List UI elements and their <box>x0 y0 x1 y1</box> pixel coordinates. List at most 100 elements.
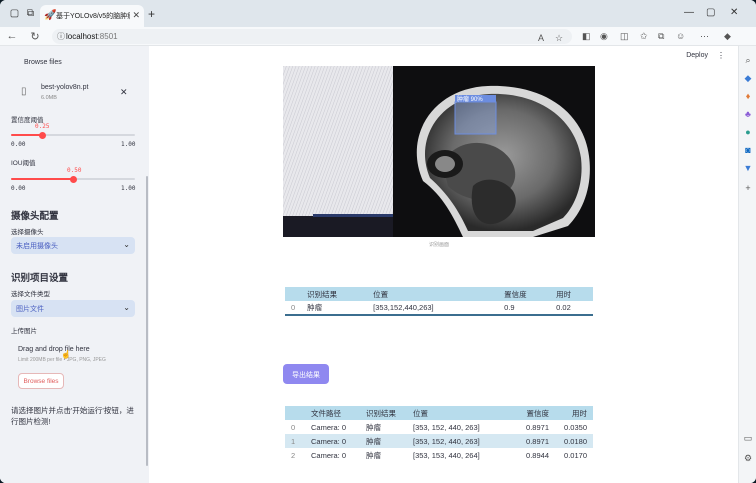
result-position: [353,152,440,263] <box>373 303 434 312</box>
column-header: 识别结果 <box>360 406 407 420</box>
cursor-icon: ☝ <box>61 350 71 359</box>
browse-files-button[interactable]: Browse files <box>18 373 64 389</box>
shopping-icon[interactable]: ◆ <box>742 72 754 84</box>
detection-box-label: 肿瘤 90% <box>457 95 483 103</box>
reload-icon[interactable]: ↻ <box>29 30 41 43</box>
confidence-slider[interactable] <box>11 131 135 139</box>
browser-sidebar: ⌕ ◆ ♦ ♣ ● ◙ ▼ + ▭ ⚙ <box>738 46 756 483</box>
row-index: 1 <box>285 434 305 448</box>
url-field[interactable]: ⓘ localhost:8501 A ☆ <box>52 29 572 44</box>
site-info-icon[interactable]: ⓘ <box>57 31 65 42</box>
filetype-label: 选择文件类型 <box>11 291 50 298</box>
browse-files-label: Browse files <box>23 378 59 385</box>
streamlit-app: Browse files ▯ best-yolov8n.pt 6.0MB ✕ 置… <box>0 46 738 483</box>
tab-actions-icon[interactable]: ⧉ <box>25 8 36 19</box>
confidence-slider-thumb[interactable] <box>38 131 46 139</box>
log-time: 0.0350 <box>564 422 587 432</box>
collections-icon[interactable]: ⧉ <box>658 31 664 42</box>
column-header: 识别结果 <box>301 287 368 301</box>
search-icon[interactable]: ⌕ <box>742 54 754 66</box>
main-menu-icon[interactable]: ⋮ <box>717 51 725 60</box>
file-icon: ▯ <box>21 86 27 97</box>
column-header <box>285 287 302 301</box>
instruction-text: 请选择图片并点击'开始运行'按钮，进行图片检测! <box>11 406 134 426</box>
maximize-icon[interactable]: ▢ <box>706 7 715 18</box>
confidence-min: 0.00 <box>11 141 26 148</box>
log-path: Camera: 0 <box>311 450 347 460</box>
address-bar: ← ↻ ⓘ localhost:8501 A ☆ ◧ ◉ ◫ ✩ ⧉ ☺ ⋯ ◆ <box>0 27 756 46</box>
dropzone-title[interactable]: Drag and drop file here <box>18 346 90 353</box>
log-class: 肿瘤 <box>366 422 381 432</box>
log-position: [353, 152, 440, 263] <box>413 422 480 432</box>
column-header: 文件路径 <box>305 406 360 420</box>
browser-copilot-icon[interactable]: ◆ <box>724 31 731 42</box>
games-icon[interactable]: ♣ <box>742 108 754 120</box>
column-header: 置信度 <box>498 287 551 301</box>
filetype-select[interactable]: 图片文件 ⌄ <box>11 300 135 317</box>
streamlit-icon: 🚀 <box>44 10 57 21</box>
split-screen-icon[interactable]: ◫ <box>620 31 629 42</box>
log-confidence: 0.8971 <box>507 434 555 448</box>
table-row[interactable]: 2 Camera: 0 肿瘤 [353, 153, 440, 264] 0.89… <box>285 448 593 462</box>
log-path: Camera: 0 <box>305 434 360 448</box>
close-tab-icon[interactable]: ✕ <box>132 10 140 21</box>
tools-icon[interactable]: ♦ <box>742 90 754 102</box>
active-tab[interactable]: 🚀 基于YOLOv8/v5的脑肿瘤检测系统 ✕ <box>40 5 144 27</box>
column-header: 置信度 <box>507 406 555 420</box>
copilot-icon[interactable]: ◉ <box>600 31 608 42</box>
remove-file-icon[interactable]: ✕ <box>120 87 128 98</box>
iou-slider-thumb[interactable] <box>69 175 77 183</box>
history-icon[interactable]: ☺ <box>676 31 685 41</box>
image-caption: 识别画面 <box>428 242 449 248</box>
screen-icon[interactable]: ▭ <box>742 432 754 444</box>
favorites-icon[interactable]: ✩ <box>640 31 648 42</box>
sidebar-scrollbar[interactable] <box>146 176 148 466</box>
camera-select-label: 选择摄像头 <box>11 229 44 236</box>
browse-files-top-button[interactable]: Browse files <box>24 59 62 66</box>
settings-icon[interactable]: ⚙ <box>742 452 754 464</box>
favorite-icon[interactable]: ☆ <box>555 33 563 44</box>
project-heading: 识别项目设置 <box>11 273 69 284</box>
drop-icon[interactable]: ▼ <box>742 162 754 174</box>
row-index: 0 <box>291 303 296 312</box>
log-position: [353, 152, 440, 263] <box>407 434 507 448</box>
confidence-value: 0.25 <box>35 123 50 130</box>
table-row[interactable]: 1 Camera: 0 肿瘤 [353, 152, 440, 263] 0.89… <box>285 434 593 448</box>
log-confidence: 0.8944 <box>526 450 549 460</box>
chevron-down-icon: ⌄ <box>123 303 130 312</box>
confidence-max: 1.00 <box>121 141 136 148</box>
back-icon[interactable]: ← <box>6 30 18 42</box>
mri-scan-illustration: 肿瘤 90% <box>283 66 595 237</box>
export-button[interactable]: 导出结果 <box>283 364 329 384</box>
profile-icon[interactable]: ▢ <box>9 8 20 19</box>
camera-heading: 摄像头配置 <box>11 211 59 222</box>
extensions-icon[interactable]: ◧ <box>582 31 591 42</box>
iou-min: 0.00 <box>11 185 26 192</box>
table-row[interactable]: 0 Camera: 0 肿瘤 [353, 152, 440, 263] 0.89… <box>285 420 593 434</box>
export-button-label: 导出结果 <box>292 372 320 379</box>
chevron-down-icon: ⌄ <box>123 240 130 249</box>
column-header: 用时 <box>555 406 593 420</box>
settings-more-icon[interactable]: ⋯ <box>700 31 709 42</box>
add-icon[interactable]: + <box>742 182 754 194</box>
sidebar: Browse files ▯ best-yolov8n.pt 6.0MB ✕ 置… <box>0 46 149 483</box>
close-window-icon[interactable]: ✕ <box>730 7 738 18</box>
result-time: 0.02 <box>556 303 571 312</box>
outlook-icon[interactable]: ◙ <box>742 144 754 156</box>
new-tab-icon[interactable]: + <box>148 7 155 21</box>
deploy-button[interactable]: Deploy <box>686 52 708 59</box>
uploaded-file-name: best-yolov8n.pt <box>41 84 89 91</box>
table-row[interactable]: 0 肿瘤 [353,152,440,263] 0.9 0.02 <box>285 301 593 315</box>
iou-slider[interactable] <box>11 175 135 183</box>
tab-bar: ▢ ⧉ 🚀 基于YOLOv8/v5的脑肿瘤检测系统 ✕ + — ▢ ✕ <box>0 0 756 27</box>
iou-max: 1.00 <box>121 185 136 192</box>
minimize-icon[interactable]: — <box>684 7 694 18</box>
column-header <box>285 406 305 420</box>
result-confidence: 0.9 <box>504 303 515 312</box>
iou-value: 0.50 <box>67 167 82 174</box>
camera-select[interactable]: 未启用摄像头 ⌄ <box>11 237 135 254</box>
log-position: [353, 153, 440, 264] <box>413 450 480 460</box>
read-aloud-icon[interactable]: A <box>538 33 544 43</box>
m365-icon[interactable]: ● <box>742 126 754 138</box>
log-table: 文件路径 识别结果 位置 置信度 用时 0 Camera: 0 肿瘤 [353,… <box>285 406 593 462</box>
